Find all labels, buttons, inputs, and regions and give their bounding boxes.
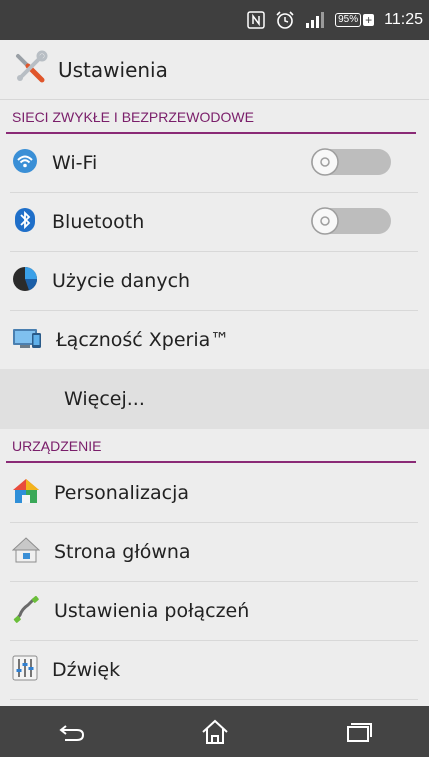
settings-item-label: Personalizacja [54,482,190,504]
settings-item-call-settings[interactable]: Ustawienia połączeń [0,582,429,640]
page-title: Ustawienia [58,57,168,82]
phone-call-icon [12,595,40,627]
home-icon[interactable] [185,706,245,757]
settings-item-label: Dźwięk [52,659,121,681]
clock: 11:25 [384,11,423,28]
settings-item-bluetooth[interactable]: Bluetooth [0,193,429,251]
settings-item-sound[interactable]: Dźwięk [0,641,429,699]
nfc-icon [247,11,265,29]
xperia-connectivity-icon [12,326,42,354]
settings-tools-icon[interactable] [12,50,48,90]
back-icon[interactable] [42,706,102,757]
settings-item-personalization[interactable]: Personalizacja [0,464,429,522]
settings-item-label: Wi-Fi [52,152,98,174]
settings-item-xperia-connectivity[interactable]: Łączność Xperia™ [0,311,429,369]
settings-item-label: Bluetooth [52,211,145,233]
settings-item-label: Ustawienia połączeń [54,600,250,622]
section-header-networks: SIECI ZWYKŁE I BEZPRZEWODOWE [12,109,254,125]
wifi-toggle[interactable] [309,146,393,178]
settings-item-data-usage[interactable]: Użycie danych [0,252,429,310]
settings-item-label: Strona główna [54,541,191,563]
signal-icon [305,11,325,29]
settings-item-label: Użycie danych [52,270,191,292]
settings-item-label: Łączność Xperia™ [56,329,230,351]
sound-equalizer-icon [12,655,38,685]
data-usage-icon [12,266,38,296]
bluetooth-toggle[interactable] [309,205,393,237]
home-screen-icon [11,537,41,567]
battery-icon: 95% + [335,13,375,27]
settings-item-more[interactable]: Więcej... [0,369,429,429]
row-divider [10,699,418,700]
bluetooth-icon [12,207,38,237]
action-bar: Ustawienia [0,40,429,100]
charging-icon: + [363,13,375,27]
settings-item-label: Więcej... [64,388,145,410]
wifi-icon [12,148,38,178]
alarm-icon [275,10,295,30]
settings-item-home-screen[interactable]: Strona główna [0,523,429,581]
recent-apps-icon[interactable] [328,706,388,757]
battery-level: 95% [335,13,362,27]
navigation-bar [0,706,429,757]
section-header-device: URZĄDZENIE [12,438,102,454]
personalization-icon [12,478,40,508]
settings-item-wifi[interactable]: Wi-Fi [0,134,429,192]
status-bar: 95% + 11:25 [0,0,429,40]
section-divider [6,461,416,463]
